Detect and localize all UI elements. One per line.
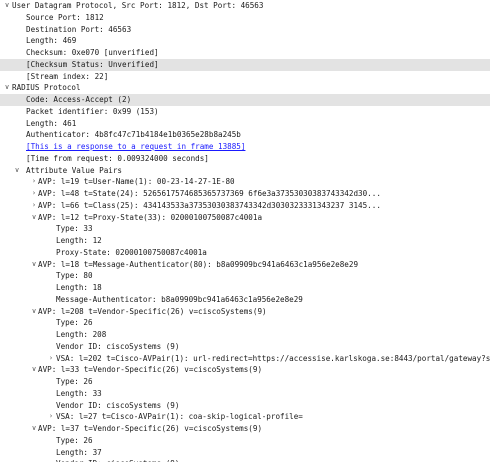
tree-row-label: Vendor ID: ciscoSystems (9) [56,458,179,462]
tree-row[interactable]: Vendor ID: ciscoSystems (9) [0,400,490,412]
tree-row-label: AVP: l=18 t=Message-Authenticator(80): b… [38,259,359,269]
tree-row-label: Type: 26 [56,318,93,328]
tree-row[interactable]: Checksum: 0xe070 [unverified] [0,47,490,59]
tree-row-label: AVP: l=208 t=Vendor-Specific(26) v=cisco… [38,306,267,316]
chevron-down-icon[interactable]: ∨ [30,423,38,435]
tree-row-label: Type: 26 [56,377,93,386]
tree-row[interactable]: Length: 12 [0,235,490,247]
tree-row-label: [Stream index: 22] [26,71,109,81]
tree-row-label: Vendor ID: ciscoSystems (9) [56,341,180,351]
chevron-down-icon[interactable]: ∨ [30,212,38,224]
tree-row[interactable]: ∨ AVP: l=37 t=Vendor-Specific(26) v=cisco… [0,423,490,435]
frame-link[interactable]: [This is a response to a request in fram… [26,141,245,153]
tree-row-label: AVP: l=48 t=State(24): 52656175746853657… [38,189,381,198]
tree-row[interactable]: Type: 26 [0,317,490,329]
chevron-down-icon[interactable]: ∨ [30,364,38,376]
tree-row-label: AVP: l=19 t=User-Name(1): 00-23-14-27-1E… [38,177,235,187]
tree-row[interactable]: Type: 26 [0,435,490,447]
tree-row[interactable]: › VSA: l=27 t=Cisco-AVPair(1): coa-skip-l… [0,411,490,423]
chevron-down-icon[interactable]: ∨ [13,165,21,177]
tree-row-label: [Time from request: 0.009324000 seconds] [26,153,209,163]
tree-row[interactable]: [This is a response to a request in fram… [0,141,490,153]
tree-row-label: Attribute Value Pairs [26,165,123,175]
tree-row[interactable]: ∨ RADIUS Protocol [0,82,490,94]
tree-row[interactable]: › VSA: l=202 t=Cisco-AVPair(1): url-redir… [0,353,490,365]
tree-row[interactable]: Length: 461 [0,118,490,130]
tree-row-label: Length: 12 [56,236,102,245]
tree-row-label: User Datagram Protocol, Src Port: 1812, … [12,1,264,10]
tree-row[interactable]: Proxy-State: 02000100750087c4001a [0,247,490,259]
chevron-down-icon[interactable]: ∨ [3,0,11,12]
tree-row-label: [Checksum Status: Unverified] [26,59,159,69]
tree-row[interactable]: ∨ AVP: l=12 t=Proxy-State(33): 0200010075… [0,212,490,224]
tree-row[interactable]: Vendor ID: ciscoSystems (9) [0,458,490,462]
chevron-right-icon[interactable]: › [47,353,55,365]
tree-row[interactable]: Length: 18 [0,282,490,294]
tree-row-label: Vendor ID: ciscoSystems (9) [56,400,180,410]
tree-row[interactable]: Type: 26 [0,376,490,388]
tree-row[interactable]: ∨ AVP: l=33 t=Vendor-Specific(26) v=cisco… [0,364,490,376]
tree-row-label: Type: 33 [56,224,93,234]
tree-row[interactable]: ∨ AVP: l=18 t=Message-Authenticator(80): … [0,259,490,271]
tree-row[interactable]: Authenticator: 4b8fc47c71b4184e1b0365e28… [0,129,490,141]
tree-row[interactable]: Vendor ID: ciscoSystems (9) [0,341,490,353]
tree-row-label: Code: Access-Accept (2) [26,95,132,104]
tree-row[interactable]: Type: 33 [0,223,490,235]
tree-row-label: Authenticator: 4b8fc47c71b4184e1b0365e28… [26,130,241,140]
tree-row-label: Checksum: 0xe070 [unverified] [26,48,159,57]
tree-row[interactable]: [Time from request: 0.009324000 seconds] [0,153,490,165]
chevron-right-icon[interactable]: › [47,411,55,423]
packet-details-tree: ∨ User Datagram Protocol, Src Port: 1812,… [0,0,490,462]
tree-row-label: Length: 18 [56,283,102,292]
tree-row-label: AVP: l=66 t=Class(25): 434143533a3735303… [38,200,381,210]
tree-row-label: AVP: l=33 t=Vendor-Specific(26) v=ciscoS… [38,365,263,375]
tree-row[interactable]: [Checksum Status: Unverified] [0,58,490,71]
tree-row[interactable]: Packet identifier: 0x99 (153) [0,106,490,118]
tree-row[interactable]: › AVP: l=66 t=Class(25): 434143533a373530… [0,200,490,212]
tree-row-label: VSA: l=27 t=Cisco-AVPair(1): coa-skip-lo… [56,412,303,422]
tree-row[interactable]: Length: 208 [0,329,490,341]
tree-row-label: VSA: l=202 t=Cisco-AVPair(1): url-redire… [56,353,490,363]
tree-row[interactable]: Destination Port: 46563 [0,24,490,36]
tree-row-label: RADIUS Protocol [12,83,81,93]
tree-row[interactable]: ∨ Attribute Value Pairs [0,165,490,177]
chevron-right-icon[interactable]: › [30,188,38,200]
tree-row-label: Type: 26 [56,435,93,445]
tree-row[interactable]: ∨ AVP: l=208 t=Vendor-Specific(26) v=cisc… [0,306,490,318]
tree-row[interactable]: Code: Access-Accept (2) [0,94,490,106]
chevron-right-icon[interactable]: › [30,200,38,212]
tree-row[interactable]: Source Port: 1812 [0,12,490,24]
tree-row[interactable]: › AVP: l=48 t=State(24): 5265617574685365… [0,188,490,200]
tree-row-label: Packet identifier: 0x99 (153) [26,106,159,116]
tree-row[interactable]: Length: 469 [0,35,490,47]
tree-row[interactable]: › AVP: l=19 t=User-Name(1): 00-23-14-27-1… [0,176,490,188]
tree-row-label: Source Port: 1812 [26,12,104,22]
tree-row[interactable]: Message-Authenticator: b8a09909bc941a646… [0,294,490,306]
tree-row-label: Length: 461 [26,118,77,128]
tree-row[interactable]: [Stream index: 22] [0,71,490,83]
tree-row-label: Length: 208 [56,330,107,339]
tree-row[interactable]: Type: 80 [0,270,490,282]
tree-row[interactable]: ∨ User Datagram Protocol, Src Port: 1812,… [0,0,490,12]
tree-row-label: Destination Port: 46563 [26,24,132,34]
tree-row[interactable]: Length: 37 [0,447,490,459]
tree-row-label: Length: 33 [56,388,102,398]
tree-row-label: AVP: l=12 t=Proxy-State(33): 02000100750… [38,212,263,222]
chevron-down-icon[interactable]: ∨ [30,259,38,271]
tree-row[interactable]: Length: 33 [0,388,490,400]
tree-row-label: Proxy-State: 02000100750087c4001a [56,247,207,257]
tree-row-label: AVP: l=37 t=Vendor-Specific(26) v=ciscoS… [38,424,263,433]
chevron-down-icon[interactable]: ∨ [30,306,38,318]
tree-row-label: Length: 469 [26,36,77,46]
tree-row-label: Type: 80 [56,271,93,281]
tree-row-label: Length: 37 [56,447,102,457]
chevron-right-icon[interactable]: › [30,176,38,188]
chevron-down-icon[interactable]: ∨ [3,82,11,94]
tree-row-label: Message-Authenticator: b8a09909bc941a646… [56,294,303,304]
